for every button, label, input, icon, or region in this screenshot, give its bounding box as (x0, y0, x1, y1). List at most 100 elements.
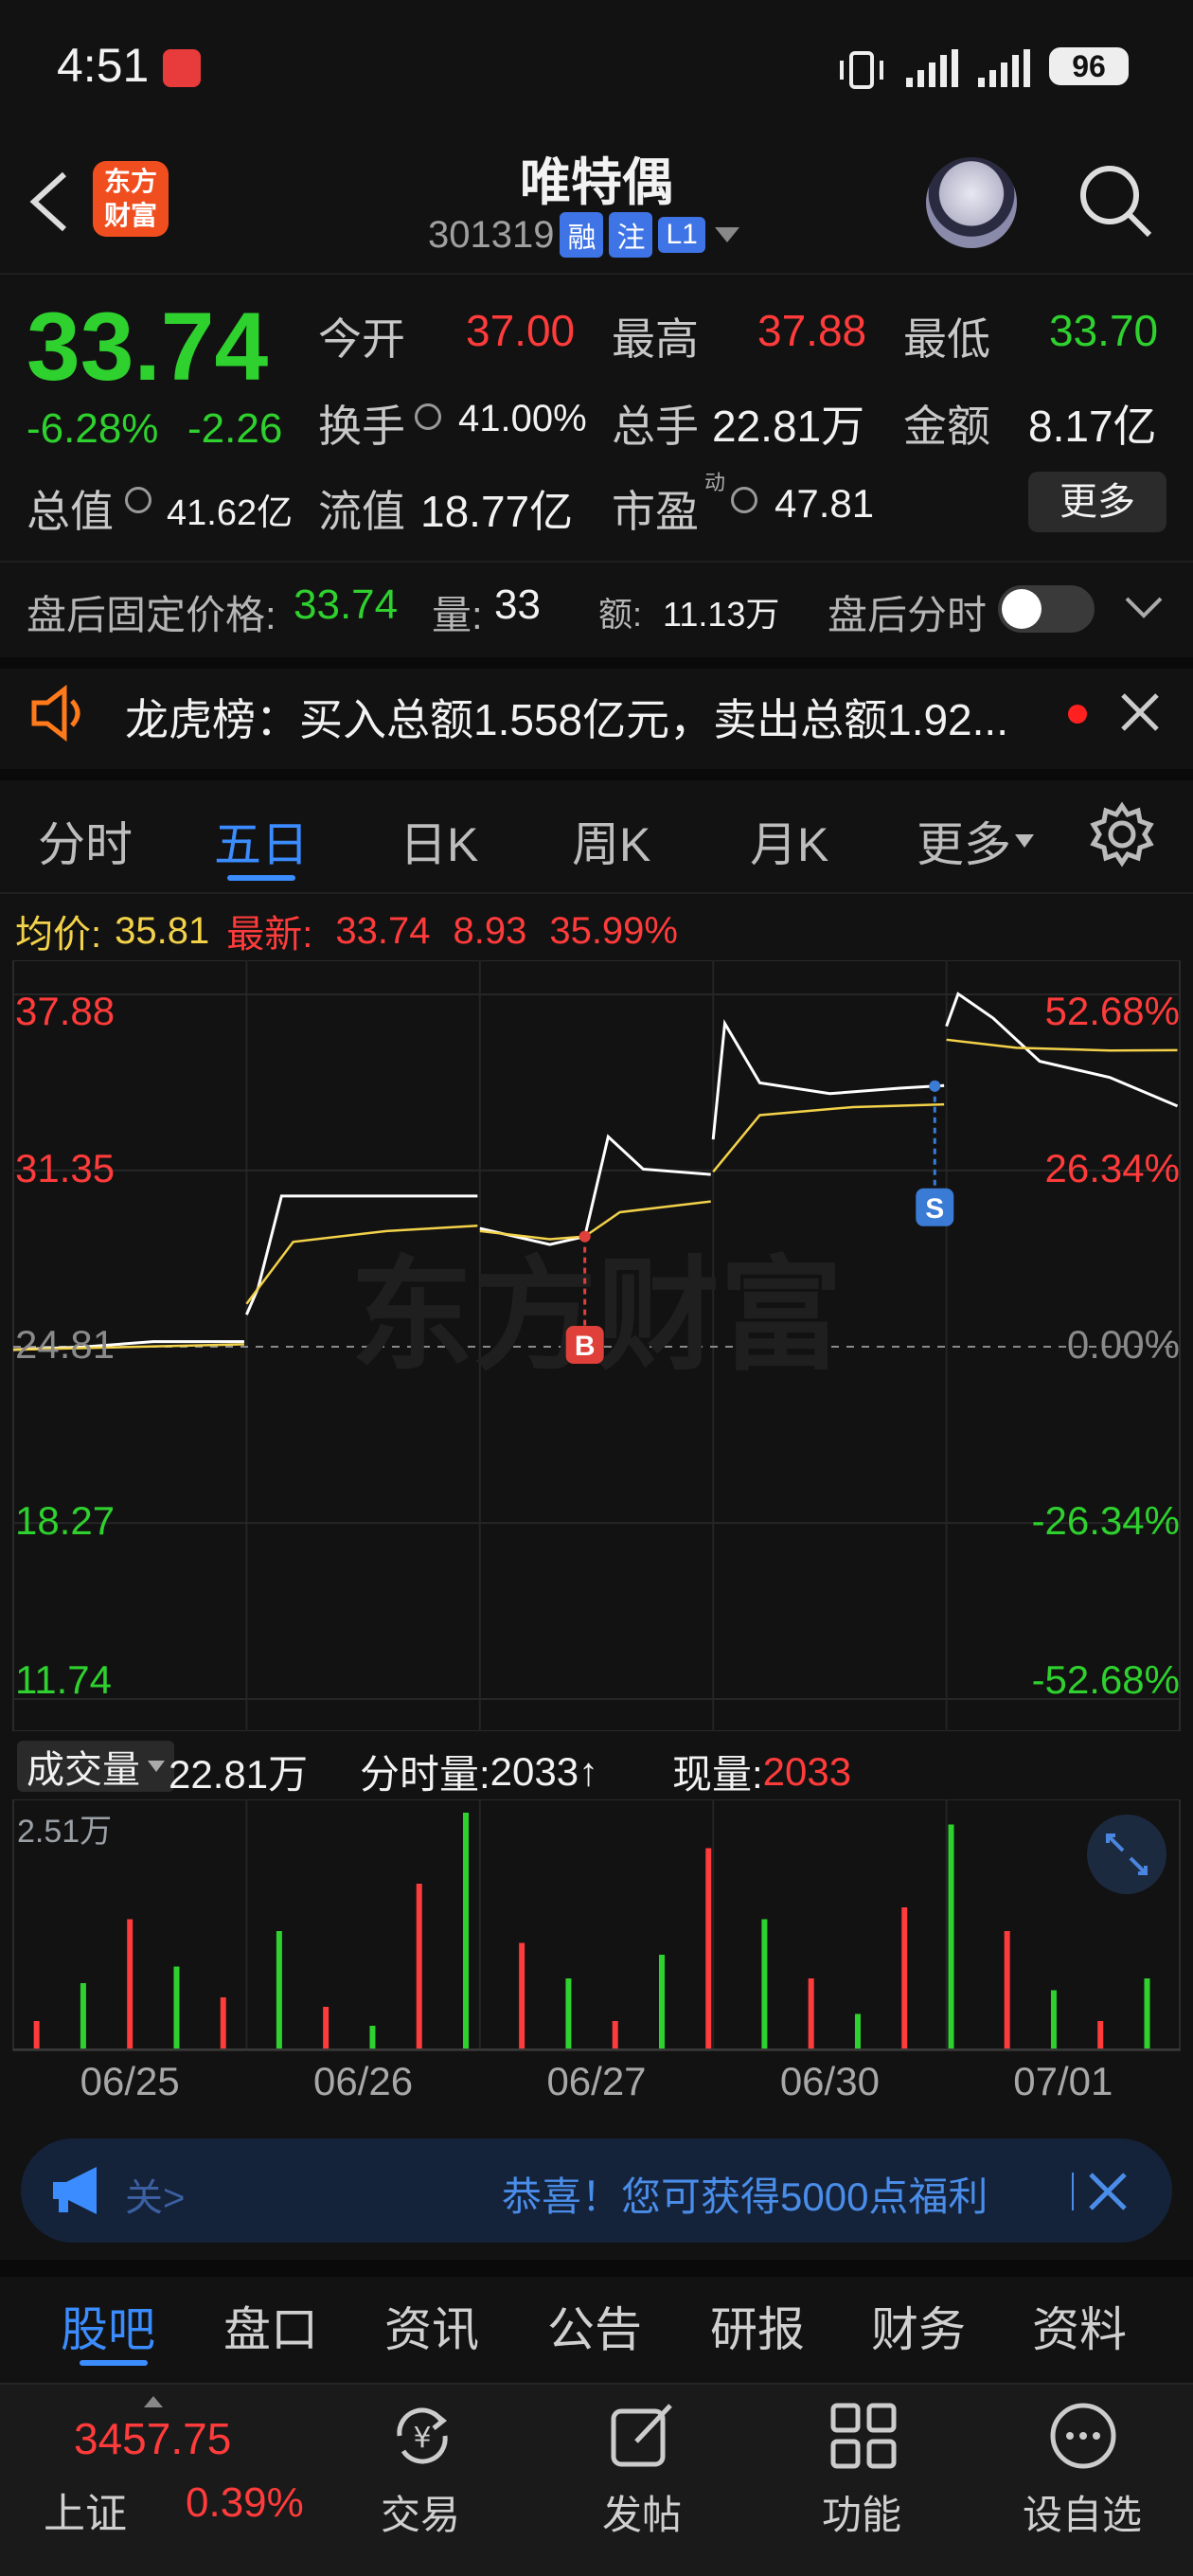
index-widget[interactable]: 3457.75 上证 0.39% (0, 2385, 322, 2576)
current-volume: 现量: 2033 (672, 1743, 851, 1800)
after-hours-vol: 33 (494, 581, 541, 628)
tab-financials[interactable]: 财务 (871, 2292, 966, 2360)
volume-bar (463, 1813, 470, 2049)
high-label: 最高 (612, 314, 699, 364)
signal-icon (904, 49, 961, 91)
volume-bar (1004, 1931, 1010, 2049)
fullscreen-button[interactable] (1087, 1815, 1166, 1894)
volume-chart[interactable] (0, 1799, 1193, 2051)
pe-sup: 动 (704, 471, 726, 494)
x-tick-label: 06/26 (313, 2059, 414, 2103)
battery-level: 96 (1072, 49, 1106, 83)
mktcap-label: 总值 (27, 487, 114, 536)
svg-text:¥: ¥ (413, 2422, 431, 2455)
promo-banner[interactable]: 关> 恭喜！您可获得5000点福利 (21, 2138, 1172, 2243)
avg-label: 均价: (15, 914, 102, 956)
banner-link[interactable]: 关> (125, 2167, 185, 2222)
volume-bar (519, 1942, 525, 2049)
tab-weekly-k[interactable]: 周K (572, 807, 650, 875)
badge-level: L1 (658, 217, 705, 253)
close-icon[interactable] (1089, 2173, 1127, 2210)
latest-value: 33.74 (335, 909, 431, 952)
tab-research[interactable]: 研报 (710, 2292, 805, 2360)
caret-down-icon (1015, 834, 1034, 848)
average-line (479, 1200, 711, 1241)
nav-functions[interactable]: 功能 (801, 2385, 924, 2576)
volume-bar (127, 1919, 134, 2049)
x-tick-label: 06/30 (779, 2059, 880, 2103)
close-icon[interactable] (1121, 693, 1159, 731)
after-hours-toggle[interactable] (998, 585, 1095, 633)
banner-text[interactable]: 恭喜！您可获得5000点福利 (502, 2165, 988, 2223)
low-label: 最低 (903, 314, 990, 364)
expand-chevron-icon[interactable] (1125, 597, 1163, 619)
volume-bar (854, 2013, 861, 2049)
info-icon[interactable] (125, 487, 151, 513)
average-line (946, 1038, 1178, 1052)
stock-code-row[interactable]: 301319 融 注 L1 (428, 212, 739, 258)
volume-bar (80, 1983, 86, 2049)
tab-news[interactable]: 资讯 (384, 2292, 479, 2360)
tab-announcements[interactable]: 公告 (547, 2292, 642, 2360)
gear-icon[interactable] (1089, 801, 1155, 868)
chevron-down-icon (714, 227, 739, 242)
speaker-icon (28, 682, 91, 744)
price-chart[interactable]: 东方财富 B S (0, 960, 1193, 1731)
nav-trade[interactable]: ¥ 交易 (360, 2385, 483, 2576)
trade-marker-dot (929, 1080, 941, 1092)
y-tick-left: 18.27 (15, 1498, 116, 1544)
notice-text[interactable]: 龙虎榜：买入总额1.558亿元，卖出总额1.92... (125, 686, 1008, 748)
trade-marker-dot (579, 1230, 591, 1243)
edit-icon (611, 2404, 672, 2467)
volume-selector[interactable]: 成交量 (17, 1741, 174, 1792)
nav-add-watchlist[interactable]: 设自选 (1004, 2385, 1165, 2576)
active-tab-indicator (227, 875, 295, 881)
amount-value: 8.17亿 (1028, 402, 1157, 451)
more-button[interactable]: 更多 (1028, 472, 1166, 532)
battery-icon: 96 (1049, 47, 1129, 85)
index-value: 3457.75 (74, 2414, 232, 2463)
volume-bar (1097, 2021, 1104, 2049)
period-volume: 分时量: 2033 ↑ (360, 1743, 598, 1800)
tab-order-book[interactable]: 盘口 (223, 2292, 318, 2360)
search-icon[interactable] (1077, 163, 1153, 239)
open-label: 今开 (318, 314, 405, 364)
after-hours-amt-label: 额: (598, 595, 643, 634)
volume-label: 总手 (612, 402, 699, 451)
latest-percent: 35.99% (549, 909, 678, 952)
tab-daily-k[interactable]: 日K (400, 807, 478, 875)
volume-bar (173, 1966, 180, 2049)
nav-functions-label: 功能 (822, 2493, 902, 2537)
volume-bar (705, 1848, 712, 2049)
x-tick-label: 06/25 (80, 2059, 180, 2103)
tab-stock-forum[interactable]: 股吧 (61, 2292, 155, 2360)
badge-register: 注 (609, 212, 653, 258)
tab-intraday[interactable]: 分时 (38, 807, 133, 875)
caret-down-icon (148, 1761, 165, 1772)
tab-five-day[interactable]: 五日 (214, 807, 309, 875)
float-label: 流值 (318, 487, 405, 536)
info-icon[interactable] (731, 487, 757, 513)
latest-change: 8.93 (453, 909, 527, 952)
volume-bar (901, 1907, 908, 2049)
volume-max-label: 2.51万 (17, 1814, 113, 1850)
volume-selector-label: 成交量 (27, 1749, 140, 1791)
volume-bar (658, 1955, 665, 2049)
robot-assistant-icon[interactable] (926, 157, 1017, 248)
nav-post[interactable]: 发帖 (581, 2385, 704, 2576)
volume-bar (220, 1997, 226, 2049)
current-volume-label: 现量: (672, 1752, 763, 1797)
index-name: 上证 (44, 2491, 127, 2537)
volume-bar (612, 2021, 618, 2049)
info-icon[interactable] (415, 403, 441, 430)
current-volume-value: 2033 (762, 1748, 852, 1794)
last-price: 33.74 (27, 293, 269, 401)
chart-watermark: 东方财富 (350, 1243, 843, 1387)
tab-more[interactable]: 更多 (917, 807, 1034, 875)
after-hours-label: 盘后固定价格: (27, 593, 276, 637)
bottom-tab-indicator (80, 2360, 148, 2366)
tab-profile[interactable]: 资料 (1032, 2292, 1127, 2360)
volume-bar (1050, 1990, 1057, 2049)
tab-monthly-k[interactable]: 月K (750, 807, 828, 875)
trade-icon: ¥ (397, 2407, 448, 2464)
